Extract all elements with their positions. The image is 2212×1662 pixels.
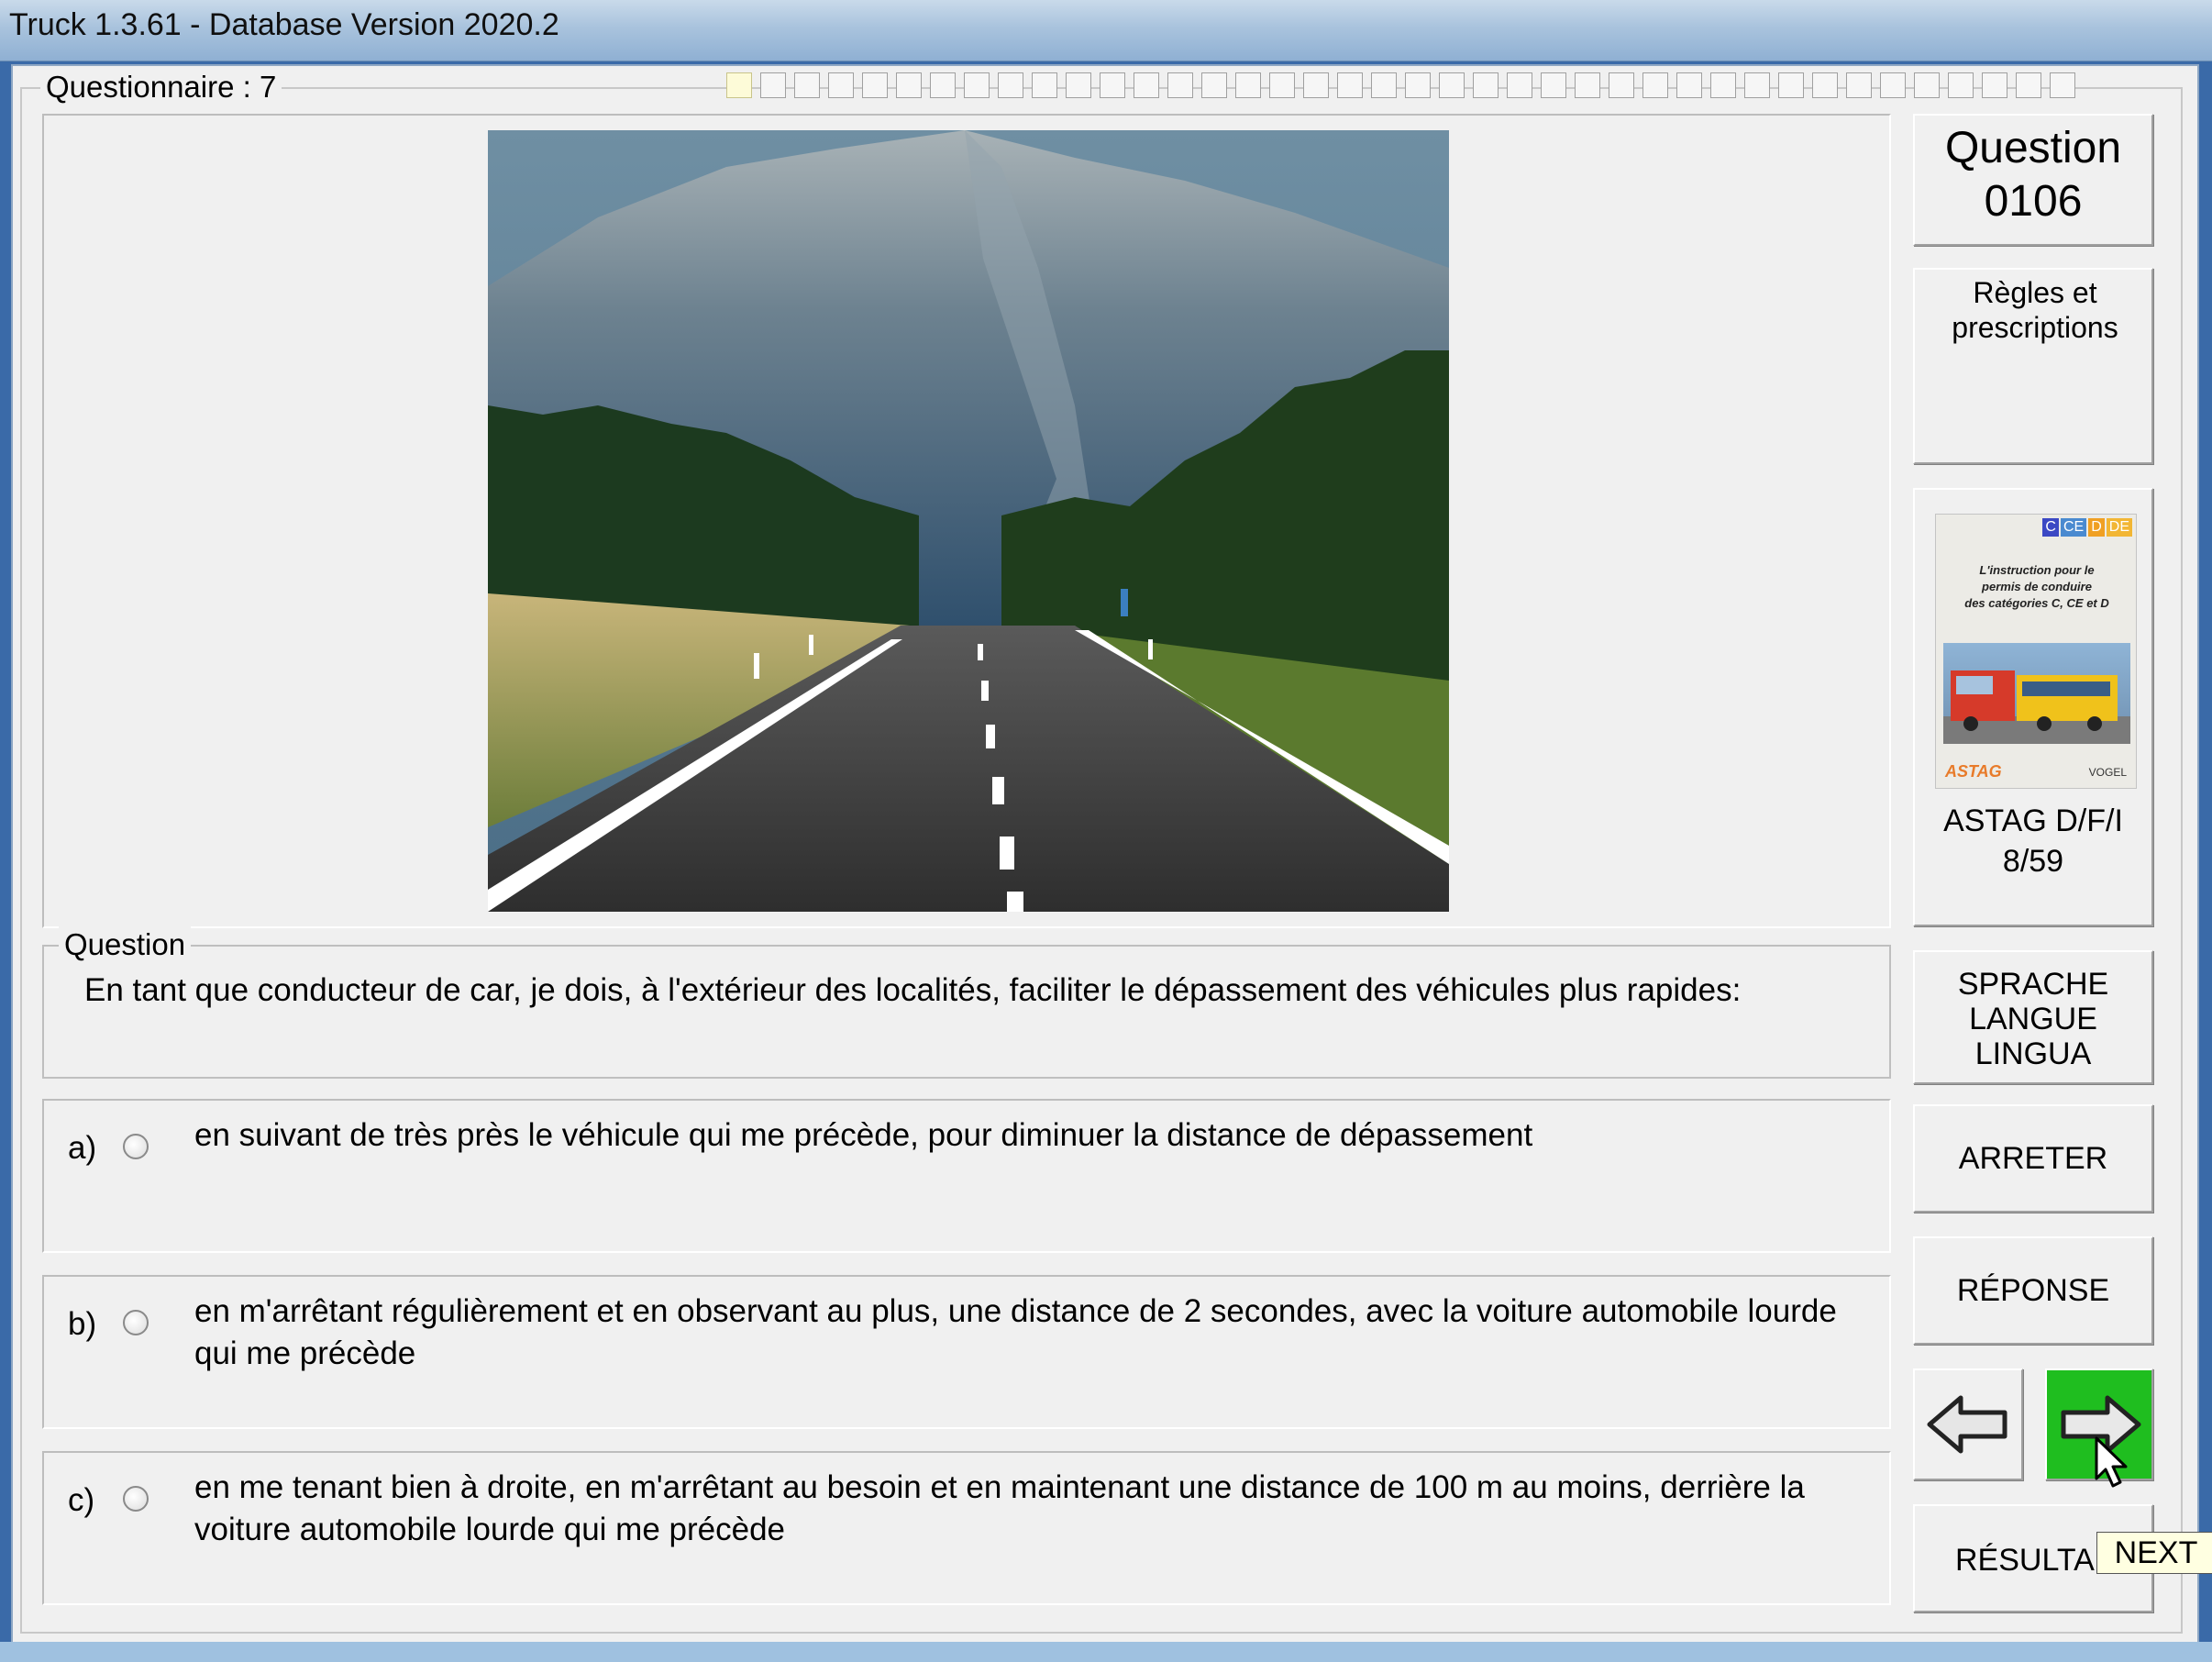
arrow-left-icon — [1926, 1392, 2010, 1461]
answer-button[interactable]: RÉPONSE — [1913, 1236, 2153, 1345]
questionnaire-legend: Questionnaire : 7 — [40, 69, 282, 105]
progress-cell — [1642, 72, 1668, 98]
next-tooltip: NEXT — [2096, 1532, 2212, 1574]
progress-cell — [1575, 72, 1600, 98]
language-line-1: SPRACHE — [1957, 967, 2109, 1002]
progress-cell — [1541, 72, 1566, 98]
progress-cell — [2050, 72, 2075, 98]
progress-cell — [1405, 72, 1431, 98]
book-reference-line1: ASTAG D/F/I — [1943, 803, 2123, 838]
category-panel: Règles et prescriptions — [1913, 268, 2153, 464]
question-group: Question — [42, 926, 1891, 1079]
answer-b-letter: b) — [68, 1306, 97, 1342]
language-line-2: LANGUE — [1969, 1002, 2097, 1036]
progress-cell — [1201, 72, 1227, 98]
progress-cell — [1676, 72, 1702, 98]
question-photo — [488, 130, 1449, 912]
question-legend: Question — [59, 926, 192, 963]
language-button[interactable]: SPRACHE LANGUE LINGUA — [1913, 950, 2153, 1084]
book-brand-logo: VOGEL — [2088, 766, 2127, 779]
progress-cell — [1032, 72, 1057, 98]
progress-cell — [794, 72, 820, 98]
progress-cell — [760, 72, 786, 98]
question-number: 0106 — [1984, 177, 2083, 226]
progress-cell — [896, 72, 922, 98]
progress-cell — [1914, 72, 1940, 98]
progress-cell — [1066, 72, 1091, 98]
progress-cell — [1778, 72, 1804, 98]
answer-b-radio[interactable] — [123, 1310, 149, 1335]
book-publisher-logo: ASTAG — [1945, 762, 2002, 781]
progress-cell — [1982, 72, 2007, 98]
progress-cell — [1303, 72, 1329, 98]
answer-b-text: en m'arrêtant régulièrement et en observ… — [194, 1293, 1837, 1371]
progress-cell — [726, 72, 752, 98]
answer-a-letter: a) — [68, 1130, 97, 1166]
badge-ce: CE — [2060, 518, 2087, 537]
title-bar: Truck 1.3.61 - Database Version 2020.2 — [0, 0, 2212, 61]
stop-button-label: ARRETER — [1958, 1141, 2108, 1176]
progress-cell — [1948, 72, 1974, 98]
progress-cell — [998, 72, 1023, 98]
progress-cell — [1235, 72, 1261, 98]
progress-cell — [828, 72, 854, 98]
language-line-3: LINGUA — [1974, 1036, 2092, 1071]
results-button-label: RÉSULTA — [1955, 1543, 2095, 1578]
progress-cell — [1710, 72, 1736, 98]
badge-d: D — [2088, 518, 2105, 537]
book-category-badges: C CE D DE — [2042, 518, 2132, 537]
answer-c-radio[interactable] — [123, 1486, 149, 1512]
progress-cell — [964, 72, 990, 98]
progress-cell — [1371, 72, 1397, 98]
book-caption: L'instruction pour le permis de conduire… — [1941, 562, 2132, 612]
progress-cell — [1269, 72, 1295, 98]
question-number-label: Question — [1944, 124, 2122, 172]
answer-c-text: en me tenant bien à droite, en m'arrêtan… — [194, 1469, 1805, 1547]
previous-button[interactable] — [1913, 1368, 2023, 1480]
mouse-cursor-icon — [2095, 1436, 2131, 1496]
badge-c: C — [2042, 518, 2059, 537]
question-number-panel: Question 0106 — [1913, 114, 2153, 246]
progress-cell — [1439, 72, 1465, 98]
book-cover: C CE D DE L'instruction pour le permis d… — [1935, 514, 2137, 789]
badge-de: DE — [2106, 518, 2132, 537]
progress-cell — [1744, 72, 1770, 98]
progress-cell — [1100, 72, 1125, 98]
category-label: Règles et prescriptions — [1952, 276, 2118, 344]
progress-cell — [1846, 72, 1872, 98]
window-title: Truck 1.3.61 - Database Version 2020.2 — [9, 7, 559, 42]
answer-a-text: en suivant de très près le véhicule qui … — [194, 1117, 1533, 1153]
progress-cell — [1473, 72, 1499, 98]
progress-cell — [1880, 72, 1906, 98]
progress-cell — [1609, 72, 1634, 98]
progress-cell — [1812, 72, 1838, 98]
progress-cell — [930, 72, 956, 98]
book-caption-line: L'instruction pour le — [1979, 563, 2095, 577]
answer-a-radio[interactable] — [123, 1134, 149, 1159]
progress-cell — [2016, 72, 2041, 98]
book-truck-image — [1943, 643, 2130, 744]
stop-button[interactable]: ARRETER — [1913, 1104, 2153, 1213]
book-caption-line: permis de conduire — [1982, 580, 2092, 593]
progress-cell — [1337, 72, 1363, 98]
book-caption-line: des catégories C, CE et D — [1964, 596, 2109, 610]
window-bottom-border — [0, 1642, 2212, 1662]
progress-cell — [862, 72, 888, 98]
progress-cell — [1167, 72, 1193, 98]
question-text: En tant que conducteur de car, je dois, … — [84, 972, 1742, 1008]
progress-cell — [1134, 72, 1159, 98]
answer-c-letter: c) — [68, 1482, 95, 1518]
book-reference-line2: 8/59 — [2002, 844, 2064, 879]
answer-button-label: RÉPONSE — [1956, 1273, 2110, 1308]
questionnaire-progress-bar — [726, 72, 2075, 100]
progress-cell — [1507, 72, 1532, 98]
